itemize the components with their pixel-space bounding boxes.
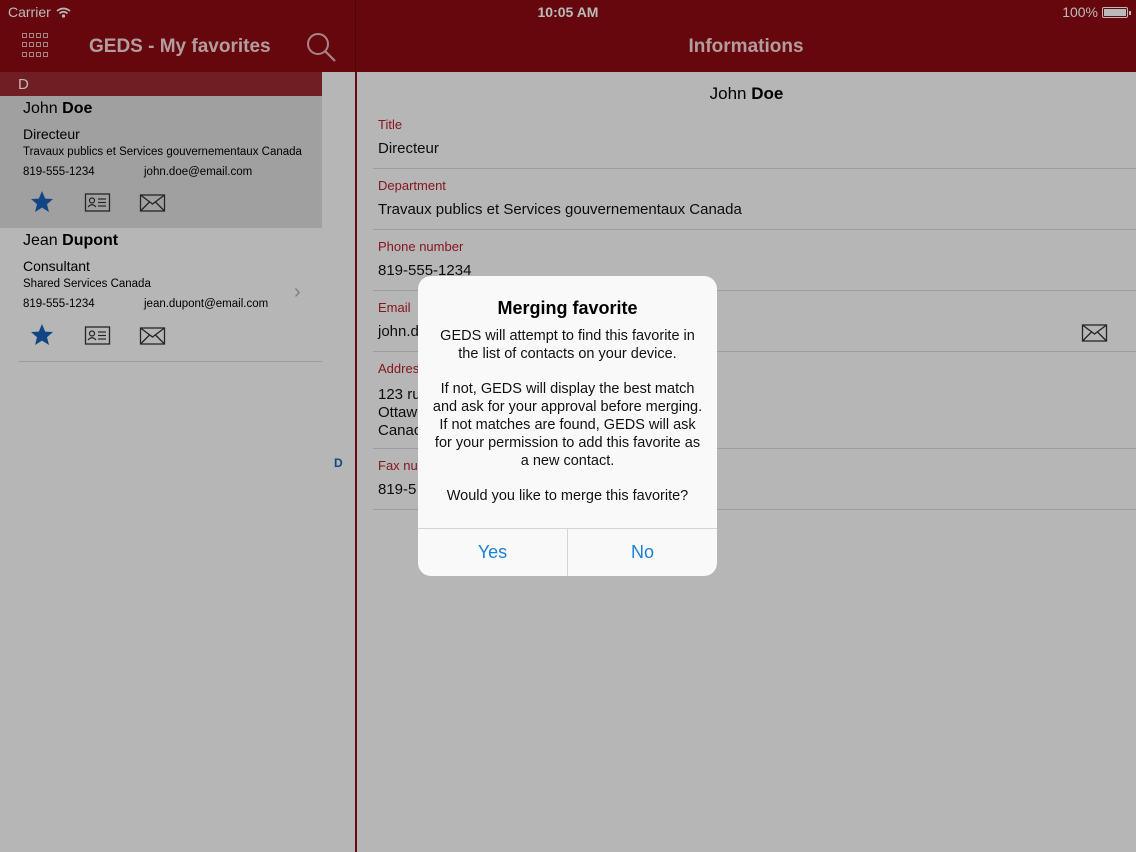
alert-message: GEDS will attempt to find this favorite …: [432, 328, 703, 505]
alert-title: Merging favorite: [497, 298, 638, 318]
yes-button[interactable]: Yes: [418, 529, 567, 576]
no-button[interactable]: No: [568, 529, 717, 576]
merge-favorite-alert: Merging favorite GEDS will attempt to fi…: [418, 276, 717, 576]
